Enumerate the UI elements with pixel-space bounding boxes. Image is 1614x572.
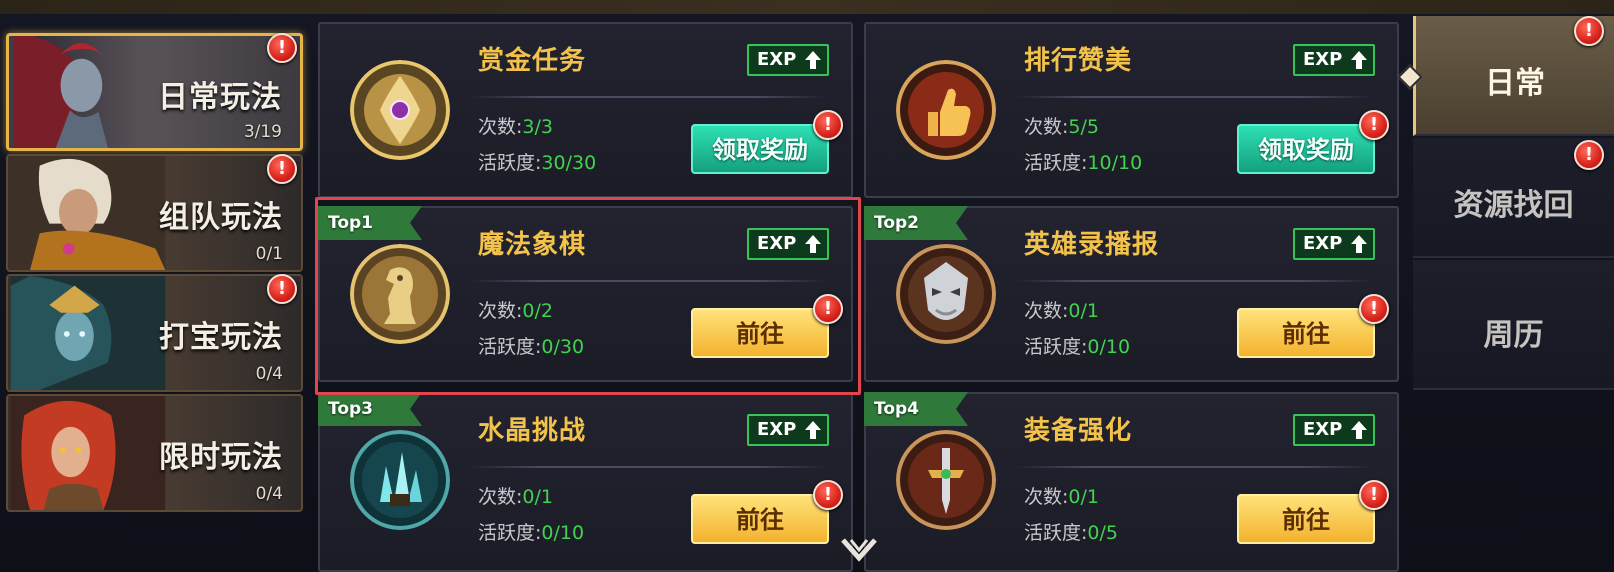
card-divider	[1016, 96, 1373, 98]
times-value: 0/1	[1068, 300, 1099, 322]
card-divider	[1016, 280, 1373, 282]
exp-badge: EXP	[1293, 228, 1375, 260]
alert-badge-icon: !	[1359, 480, 1389, 510]
exp-badge: EXP	[747, 44, 829, 76]
alert-badge-icon: !	[1359, 110, 1389, 140]
go-button[interactable]: 前往	[1237, 494, 1375, 544]
card-divider	[1016, 466, 1373, 468]
category-label: 日常玩法	[158, 80, 282, 115]
activity-stat: 活跃度:30/30	[478, 152, 597, 174]
task-card-bounty: 赏金任务 EXP 次数:3/3 活跃度:30/30 领取奖励 !	[318, 22, 853, 198]
alert-badge-icon: !	[813, 480, 843, 510]
exp-up-arrow-icon	[805, 421, 821, 439]
category-label: 打宝玩法	[159, 320, 283, 355]
tab-label: 资源找回	[1453, 188, 1574, 223]
exp-up-arrow-icon	[1351, 421, 1367, 439]
category-count: 0/4	[255, 484, 283, 504]
times-stat: 次数:3/3	[478, 116, 553, 138]
task-title: 水晶挑战	[478, 416, 587, 446]
activity-value: 0/5	[1087, 522, 1118, 544]
times-value: 3/3	[522, 116, 553, 138]
activity-stat: 活跃度:0/5	[1024, 522, 1118, 544]
card-divider	[470, 466, 827, 468]
activity-stat: 活跃度:0/10	[478, 522, 585, 544]
task-card-rank-praise: 排行赞美 EXP 次数:5/5 活跃度:10/10 领取奖励 !	[864, 22, 1399, 198]
rank-label: Top4	[874, 399, 920, 419]
times-stat: 次数:5/5	[1024, 116, 1099, 138]
category-label: 组队玩法	[159, 200, 283, 235]
activity-value: 10/10	[1087, 152, 1143, 174]
exp-up-arrow-icon	[1351, 51, 1367, 69]
task-title: 排行赞美	[1024, 46, 1133, 76]
thumbs-up-icon	[896, 60, 996, 160]
top-frame-bar	[0, 0, 1614, 14]
selection-highlight-frame	[315, 197, 861, 395]
claim-reward-button[interactable]: 领取奖励	[1237, 124, 1375, 174]
alert-badge-icon: !	[267, 154, 297, 184]
times-stat: 次数:0/1	[1024, 486, 1099, 508]
alert-badge-icon: !	[1574, 140, 1604, 170]
alert-badge-icon: !	[813, 110, 843, 140]
category-portrait-red-haired-heroine	[10, 396, 166, 510]
sword-emblem-icon	[896, 430, 996, 530]
alert-badge-icon: !	[1574, 16, 1604, 46]
go-button[interactable]: 前往	[1237, 308, 1375, 358]
exp-badge: EXP	[1293, 44, 1375, 76]
task-card-crystal-challenge: Top3 水晶挑战 EXP 次数:0/1 活跃度:0/10 前往 !	[318, 392, 853, 572]
alert-badge-icon: !	[1359, 294, 1389, 324]
scroll-down-chevron-icon[interactable]	[839, 536, 879, 566]
task-title: 英雄录播报	[1024, 230, 1160, 260]
times-value: 0/1	[1068, 486, 1099, 508]
activity-stat: 活跃度:0/10	[1024, 336, 1131, 358]
times-value: 0/1	[522, 486, 553, 508]
alert-badge-icon: !	[267, 33, 297, 63]
card-divider	[470, 96, 827, 98]
hero-mask-icon	[896, 244, 996, 344]
right-tab-bar: 日常 资源找回 周历	[1397, 16, 1614, 572]
times-stat: 次数:0/1	[1024, 300, 1099, 322]
category-count: 0/1	[255, 244, 283, 264]
category-team-play[interactable]: 组队玩法 0/1	[6, 154, 303, 272]
activity-value: 0/10	[1087, 336, 1131, 358]
bounty-emblem-icon	[350, 60, 450, 160]
exp-badge: EXP	[747, 414, 829, 446]
category-portrait-blonde-warrior	[10, 156, 166, 270]
category-count: 3/19	[243, 122, 282, 142]
activity-value: 0/10	[541, 522, 585, 544]
claim-reward-button[interactable]: 领取奖励	[691, 124, 829, 174]
activity-value: 30/30	[541, 152, 597, 174]
category-count: 0/4	[255, 364, 283, 384]
tab-weekly-calendar[interactable]: 周历	[1413, 260, 1614, 390]
task-title: 装备强化	[1024, 416, 1133, 446]
exp-up-arrow-icon	[805, 51, 821, 69]
category-treasure-play[interactable]: 打宝玩法 0/4	[6, 274, 303, 392]
task-card-equipment-enhance: Top4 装备强化 EXP 次数:0/1 活跃度:0/5 前往 !	[864, 392, 1399, 572]
go-button[interactable]: 前往	[691, 494, 829, 544]
exp-up-arrow-icon	[1351, 235, 1367, 253]
category-portrait-teal-sorceress	[10, 276, 166, 390]
tab-label: 日常	[1485, 66, 1545, 101]
times-stat: 次数:0/1	[478, 486, 553, 508]
category-daily-play[interactable]: 日常玩法 3/19	[6, 33, 303, 151]
alert-badge-icon: !	[267, 274, 297, 304]
activity-stat: 活跃度:10/10	[1024, 152, 1143, 174]
rank-label: Top3	[328, 399, 374, 419]
exp-badge: EXP	[1293, 414, 1375, 446]
category-label: 限时玩法	[159, 440, 283, 475]
task-card-hero-broadcast: Top2 英雄录播报 EXP 次数:0/1 活跃度:0/10 前往 !	[864, 206, 1399, 382]
rank-label: Top2	[874, 213, 920, 233]
category-limited-play[interactable]: 限时玩法 0/4	[6, 394, 303, 512]
times-value: 5/5	[1068, 116, 1099, 138]
category-portrait-dark-elf	[13, 36, 165, 148]
crystal-cluster-icon	[350, 430, 450, 530]
task-title: 赏金任务	[478, 46, 587, 76]
tab-label: 周历	[1483, 318, 1544, 353]
